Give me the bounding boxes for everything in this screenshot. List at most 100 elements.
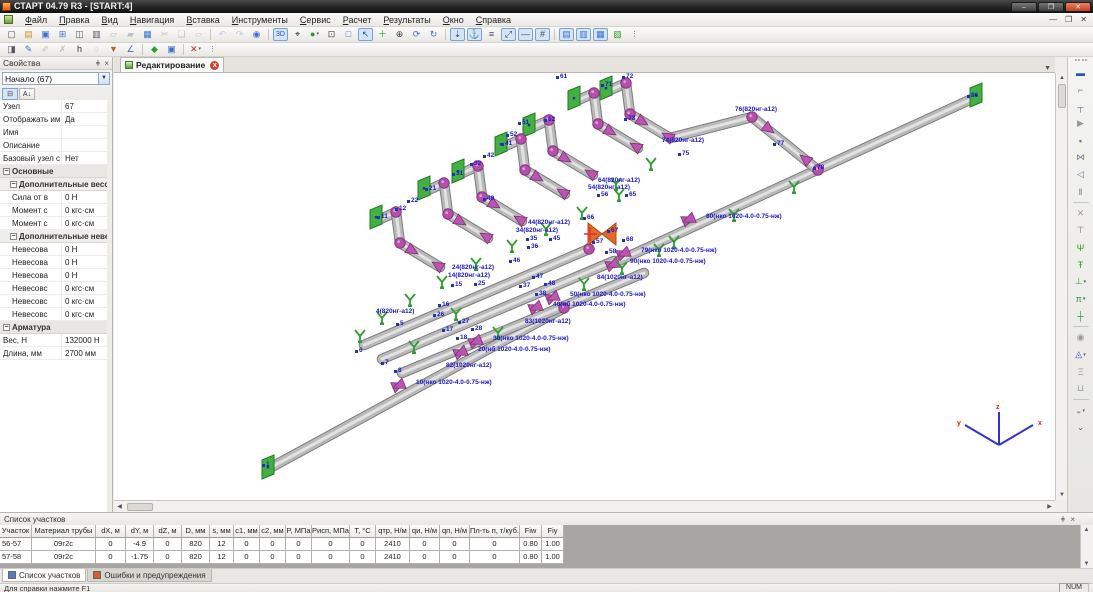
toolbar-drag-handle[interactable] — [1075, 59, 1087, 61]
scroll-left-icon[interactable]: ◀ — [114, 502, 125, 512]
guide-support-icon[interactable]: π▾ — [1071, 291, 1090, 306]
collapse-icon[interactable]: − — [3, 168, 10, 175]
bellows-compensator-icon[interactable]: Ξ — [1071, 364, 1090, 379]
table-cell[interactable]: 0 — [410, 551, 440, 564]
property-value[interactable]: 0 кгс·см — [62, 217, 112, 229]
table-cell[interactable]: 0 — [410, 538, 440, 551]
zoom-extents-icon[interactable]: □ — [341, 28, 356, 41]
properties-scrollbar[interactable] — [107, 100, 112, 512]
property-section-Арматура[interactable]: −Арматура — [0, 321, 112, 334]
node-element-icon[interactable]: ▪ — [1071, 133, 1090, 148]
dropdown-arrow-icon[interactable]: ▾ — [1082, 408, 1085, 414]
property-value[interactable] — [62, 126, 112, 138]
angle-tool-icon[interactable]: ∠ — [123, 43, 138, 56]
pipe-segment-icon[interactable]: ▬ — [1071, 65, 1090, 80]
table-cell[interactable]: 1.00 — [542, 551, 564, 564]
property-value[interactable]: 0 Н — [62, 269, 112, 281]
restore-button[interactable]: ❐ — [1038, 2, 1064, 12]
property-section-Дополнительные неве[interactable]: −Дополнительные неве — [0, 230, 112, 243]
show-dimensions-icon[interactable]: ⤢ — [501, 28, 516, 41]
property-value[interactable]: 0 Н — [62, 256, 112, 268]
collapse-icon[interactable]: − — [10, 181, 17, 188]
table-cell[interactable]: -4.9 — [126, 538, 154, 551]
mdi-minimize-button[interactable]: — — [1049, 15, 1057, 24]
table-cell[interactable]: 0 — [440, 538, 470, 551]
collapse-icon[interactable]: − — [10, 233, 17, 240]
table-cell[interactable]: 12 — [210, 551, 234, 564]
tee-icon[interactable]: ┬ — [1071, 99, 1090, 114]
save-file-icon[interactable]: ▣ — [38, 28, 53, 41]
table-vscrollbar[interactable]: ▲ ▼ — [1080, 525, 1093, 569]
table-cell[interactable]: 0 — [440, 551, 470, 564]
new-file-icon[interactable]: ▢ — [4, 28, 19, 41]
property-value[interactable]: 0 Н — [62, 191, 112, 203]
undo-icon[interactable]: ↶ — [215, 28, 230, 41]
menu-сервис[interactable]: Сервис — [294, 13, 337, 27]
show-node-numbers-icon[interactable]: # — [535, 28, 550, 41]
redo-icon[interactable]: ↷ — [232, 28, 247, 41]
refresh-view-icon[interactable]: ⟳ — [409, 28, 424, 41]
close-button[interactable]: ✕ — [1065, 2, 1091, 12]
property-value[interactable]: 0 кгс·см — [62, 308, 112, 320]
page-setup-icon[interactable]: ▱ — [106, 28, 121, 41]
table-cell[interactable]: 0 — [312, 551, 350, 564]
menu-инструменты[interactable]: Инструменты — [226, 13, 294, 27]
table-cell[interactable]: 0 — [234, 538, 260, 551]
add-element-icon[interactable]: ＋ — [375, 28, 390, 41]
dropdown-arrow-icon[interactable]: ▾ — [1083, 352, 1086, 358]
valve-icon[interactable]: ⋈ — [1071, 150, 1090, 165]
anchor-support-icon[interactable]: ┼ — [1071, 308, 1090, 323]
pin-icon[interactable]: ǂ — [1061, 515, 1066, 524]
properties-window-icon[interactable]: ◨ — [4, 43, 19, 56]
table-cell[interactable]: 0 — [470, 551, 520, 564]
menu-вид[interactable]: Вид — [96, 13, 124, 27]
report-icon[interactable]: ▧ — [610, 28, 625, 41]
dropdown-arrow-icon[interactable]: ▾ — [316, 28, 319, 41]
sort-categorized-button[interactable]: ⊟ — [2, 88, 18, 100]
table-cell[interactable]: 0 — [260, 538, 286, 551]
table-cell[interactable]: 0.80 — [520, 551, 542, 564]
pin-icon[interactable]: ǂ — [96, 59, 101, 68]
rotate-view-icon[interactable]: ↻ — [426, 28, 441, 41]
menu-результаты[interactable]: Результаты — [377, 13, 436, 27]
select-pointer-icon[interactable]: ↖ — [358, 28, 373, 41]
table-cell[interactable]: 0 — [96, 551, 126, 564]
menu-навигация[interactable]: Навигация — [124, 13, 180, 27]
open-file-icon[interactable]: ▤ — [21, 28, 36, 41]
property-value[interactable]: 0 кгс·см — [62, 282, 112, 294]
property-value[interactable] — [62, 139, 112, 151]
show-names-icon[interactable]: ≡ — [484, 28, 499, 41]
menu-файл[interactable]: Файл — [19, 13, 53, 27]
table-cell[interactable]: 1.00 — [542, 538, 564, 551]
property-section-Дополнительные весо[interactable]: −Дополнительные весо — [0, 178, 112, 191]
table-cell[interactable]: 0 — [286, 538, 312, 551]
collapse-icon[interactable]: − — [3, 324, 10, 331]
close-icon[interactable]: × — [104, 59, 109, 68]
stamp-element-icon[interactable]: ▼ — [106, 43, 121, 56]
canvas-hscrollbar[interactable]: ◀ ▶ — [114, 500, 1055, 512]
table-cell[interactable]: 2410 — [376, 551, 410, 564]
elbow-icon[interactable]: ⌐ — [1071, 82, 1090, 97]
table-cell[interactable]: 09г2с — [32, 538, 96, 551]
tab-список-участков[interactable]: Список участков — [2, 569, 86, 582]
show-supports-icon[interactable]: ⚓ — [467, 28, 482, 41]
spring-hanger-icon[interactable]: Ψ — [1071, 240, 1090, 255]
reducer-icon[interactable]: ◁ — [1071, 167, 1090, 182]
zoom-window-icon[interactable]: ⊡ — [324, 28, 339, 41]
mdi-restore-button[interactable]: ❐ — [1065, 15, 1072, 24]
results-diagrams-icon[interactable]: ▤ — [559, 28, 574, 41]
table-cell[interactable]: 0 — [260, 551, 286, 564]
export-page-icon[interactable]: ▰ — [123, 28, 138, 41]
erase-icon[interactable]: ✗ — [55, 43, 70, 56]
toolbar-overflow-icon[interactable]: ⋮ — [627, 28, 642, 41]
web-help-icon[interactable]: ◉ — [249, 28, 264, 41]
dropdown-arrow-icon[interactable]: ▾ — [199, 43, 202, 56]
edit-element-icon[interactable]: ✎ — [21, 43, 36, 56]
table-cell[interactable]: 57-58 — [0, 551, 32, 564]
scroll-up-icon[interactable]: ▲ — [1081, 525, 1092, 535]
copy-icon[interactable]: ❏ — [174, 28, 189, 41]
menu-вставка[interactable]: Вставка — [180, 13, 225, 27]
cut-icon[interactable]: ✂ — [157, 28, 172, 41]
table-cell[interactable]: 0 — [350, 538, 376, 551]
dropdown-arrow-icon[interactable]: ▾ — [1084, 279, 1087, 285]
